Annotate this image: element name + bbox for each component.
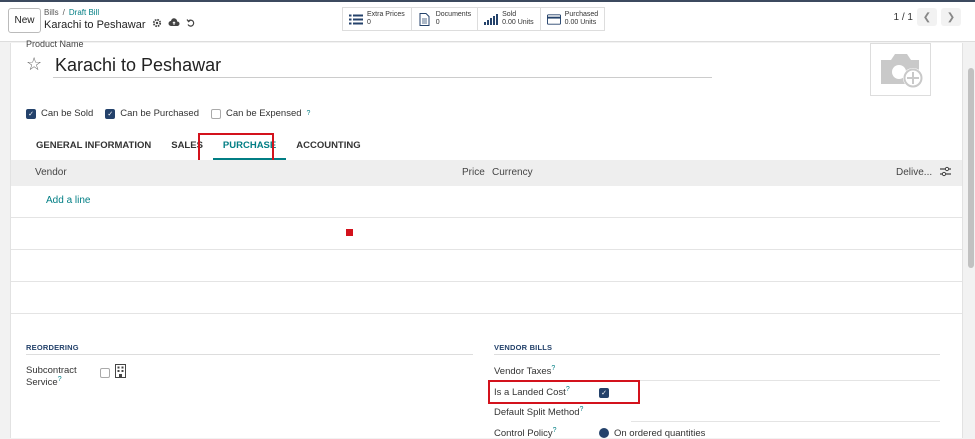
- tab-general-information[interactable]: GENERAL INFORMATION: [26, 136, 161, 160]
- sold-title: Sold: [502, 11, 517, 18]
- vendor-taxes-input[interactable]: [597, 380, 940, 381]
- product-image-upload[interactable]: [870, 43, 931, 96]
- vendor-table-header: Vendor Price Currency Delive...: [11, 160, 962, 186]
- control-panel: New Bills / Draft Bill Karachi to Peshawar…: [0, 2, 975, 42]
- checkbox-checked-icon: ✓: [26, 108, 36, 119]
- column-delivery[interactable]: Delive...: [896, 167, 932, 178]
- landed-cost-text: Is a Landed Cost: [494, 387, 566, 399]
- help-tooltip-icon[interactable]: ?: [551, 365, 555, 372]
- record-title: Karachi to Peshawar: [44, 18, 146, 31]
- add-a-line-link[interactable]: Add a line: [46, 195, 90, 206]
- purchased-title: Purchased: [564, 11, 599, 18]
- section-divider: [494, 354, 940, 355]
- tab-purchase[interactable]: PURCHASE: [212, 136, 287, 160]
- vendor-taxes-text: Vendor Taxes: [494, 366, 552, 378]
- record-title-row: Karachi to Peshawar: [44, 18, 196, 31]
- discard-undo-icon[interactable]: [186, 18, 196, 31]
- purchased-value: 0.00 Units: [564, 19, 597, 26]
- subcontract-label-line1: Subcontract: [26, 365, 77, 376]
- help-tooltip-icon[interactable]: ?: [58, 376, 62, 383]
- help-tooltip-icon[interactable]: ?: [307, 110, 311, 117]
- radio-selected-icon[interactable]: [599, 428, 609, 438]
- sold-value: 0.00 Units: [502, 19, 534, 26]
- control-policy-option[interactable]: On ordered quantities: [614, 428, 705, 439]
- table-row: Add a line: [11, 186, 962, 218]
- control-policy-text: Control Policy: [494, 428, 553, 439]
- chevron-right-icon[interactable]: ❯: [941, 8, 961, 26]
- column-currency[interactable]: Currency: [492, 167, 533, 178]
- pager-value[interactable]: 1 / 1: [894, 12, 913, 23]
- subcontract-service-checkbox[interactable]: [100, 368, 110, 378]
- section-divider: [26, 354, 473, 355]
- vendor-taxes-label: Vendor Taxes?: [494, 365, 555, 377]
- can-be-purchased-checkbox[interactable]: ✓ Can be Purchased: [105, 108, 199, 119]
- cursor-marker: [346, 229, 353, 236]
- can-be-expensed-checkbox[interactable]: Can be Expensed?: [211, 108, 310, 119]
- split-method-select[interactable]: [631, 421, 940, 422]
- notebook-tabs: GENERAL INFORMATION SALES PURCHASE ACCOU…: [26, 136, 371, 160]
- documents-title: Documents: [435, 11, 472, 18]
- documents-button[interactable]: Documents 0: [410, 7, 478, 31]
- cloud-upload-icon[interactable]: [168, 18, 180, 31]
- form-sheet: Product Name ☆ Karachi to Peshawar ✓ Can …: [10, 39, 963, 439]
- table-row: [11, 250, 962, 282]
- landed-cost-label: Is a Landed Cost?: [494, 386, 570, 398]
- can-be-sold-checkbox[interactable]: ✓ Can be Sold: [26, 108, 93, 119]
- split-method-text: Default Split Method: [494, 407, 580, 419]
- breadcrumb-bills[interactable]: Bills: [44, 8, 59, 17]
- sold-button[interactable]: Sold 0.00 Units: [477, 7, 540, 31]
- split-method-label: Default Split Method?: [494, 406, 583, 418]
- extra-prices-value: 0: [367, 19, 371, 26]
- vendor-bills-section-title: VENDOR BILLS: [494, 343, 553, 352]
- scrollbar-thumb[interactable]: [968, 68, 974, 268]
- extra-prices-title: Extra Prices: [367, 11, 405, 18]
- help-tooltip-icon[interactable]: ?: [580, 406, 584, 413]
- can-be-sold-label: Can be Sold: [41, 108, 94, 119]
- star-icon[interactable]: ☆: [26, 54, 42, 75]
- purchased-button[interactable]: Purchased 0.00 Units: [539, 7, 606, 31]
- extra-prices-button[interactable]: Extra Prices 0: [342, 7, 411, 31]
- pager: 1 / 1 ❮ ❯: [894, 8, 961, 26]
- control-policy-label: Control Policy?: [494, 427, 557, 439]
- can-be-purchased-label: Can be Purchased: [120, 108, 199, 119]
- product-name-input[interactable]: Karachi to Peshawar: [53, 52, 712, 78]
- reordering-section-title: REORDERING: [26, 343, 79, 352]
- list-icon: [349, 13, 363, 25]
- subcontract-label-line2: Service: [26, 377, 58, 389]
- table-row: [11, 218, 962, 250]
- document-icon: [418, 12, 432, 26]
- gear-icon[interactable]: [152, 18, 162, 31]
- column-price[interactable]: Price: [462, 167, 485, 178]
- optional-columns-toggle-icon[interactable]: [940, 166, 951, 180]
- subcontract-service-label: Subcontract Service?: [26, 365, 77, 388]
- smart-buttons: Extra Prices 0 Documents 0 Sold 0.00 Units …: [342, 7, 606, 31]
- credit-card-icon: [546, 13, 561, 25]
- chevron-left-icon[interactable]: ❮: [917, 8, 937, 26]
- documents-value: 0: [435, 19, 440, 26]
- tab-accounting[interactable]: ACCOUNTING: [286, 136, 370, 160]
- product-name-label: Product Name: [26, 39, 84, 49]
- landed-cost-checkbox[interactable]: ✓: [599, 388, 609, 398]
- bar-chart-icon: [484, 13, 499, 25]
- breadcrumb-separator: /: [62, 8, 65, 17]
- help-tooltip-icon[interactable]: ?: [566, 386, 570, 393]
- checkbox-unchecked-icon: [211, 108, 221, 119]
- column-vendor[interactable]: Vendor: [35, 167, 67, 178]
- new-button[interactable]: New: [8, 8, 41, 33]
- building-icon[interactable]: [115, 364, 126, 383]
- can-be-expensed-label: Can be Expensed: [226, 108, 302, 119]
- scrollbar[interactable]: [967, 43, 975, 433]
- tab-sales[interactable]: SALES: [161, 136, 213, 160]
- breadcrumb: Bills / Draft Bill: [44, 8, 99, 17]
- checkbox-checked-icon: ✓: [105, 108, 116, 119]
- camera-add-icon: [880, 53, 923, 88]
- breadcrumb-draft-bill[interactable]: Draft Bill: [69, 8, 99, 17]
- table-row: [11, 282, 962, 314]
- product-type-checkboxes: ✓ Can be Sold ✓ Can be Purchased Can be Ex…: [26, 108, 310, 119]
